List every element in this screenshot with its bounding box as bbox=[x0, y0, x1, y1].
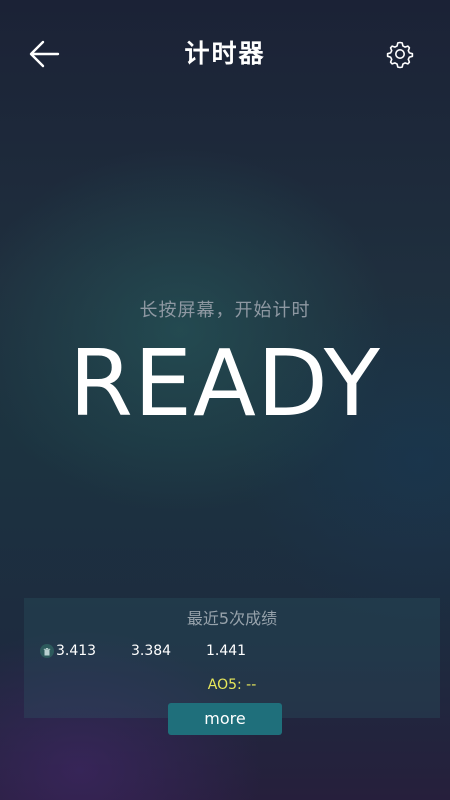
trash-glyph-icon bbox=[43, 648, 51, 656]
gear-icon bbox=[386, 41, 414, 69]
recent-results-title: 最近5次成绩 bbox=[186, 609, 278, 628]
trash-icon[interactable] bbox=[40, 644, 54, 658]
timer-display[interactable]: READY bbox=[0, 326, 450, 442]
start-hint: 长按屏幕，开始计时 bbox=[139, 300, 311, 321]
more-button[interactable]: more bbox=[168, 703, 282, 735]
ao5-average: AO5: -- bbox=[207, 677, 257, 693]
recent-results-panel: 最近5次成绩 3.413 3.384 1.441 AO5: -- bbox=[24, 598, 440, 718]
top-bar: 计时器 bbox=[0, 0, 450, 108]
settings-button[interactable] bbox=[384, 38, 416, 70]
result-item-2[interactable]: 3.384 bbox=[131, 641, 171, 661]
page-title: 计时器 bbox=[184, 39, 266, 68]
result-item-1[interactable]: 3.413 bbox=[56, 641, 96, 661]
result-item-3[interactable]: 1.441 bbox=[206, 641, 246, 661]
